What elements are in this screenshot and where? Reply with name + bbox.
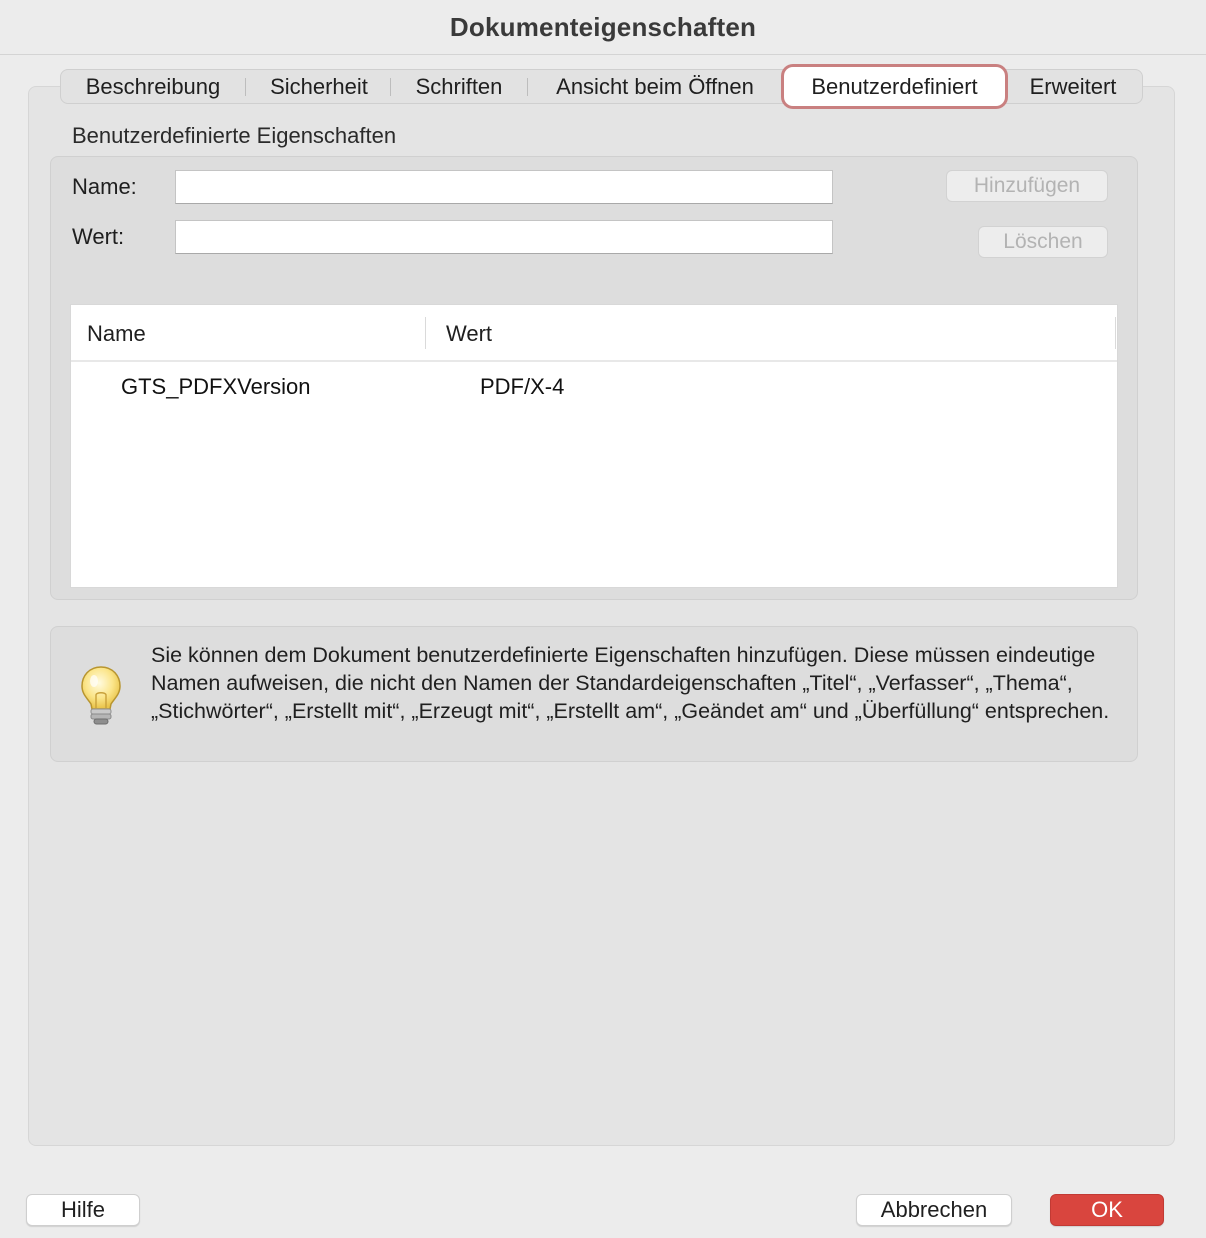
tab-schriften[interactable]: Schriften [393,69,525,104]
tab-benutzerdefiniert[interactable]: Benutzerdefiniert [784,67,1005,106]
lightbulb-icon [81,666,121,725]
column-header-value[interactable]: Wert [446,321,492,347]
name-label: Name: [72,174,137,199]
hint-text: Sie können dem Dokument benutzerdefinier… [151,643,1110,723]
row-name-cell: GTS_PDFXVersion [121,374,311,399]
tab-ansicht-beim-oeffnen[interactable]: Ansicht beim Öffnen [530,69,780,104]
title-bar: Dokumenteigenschaften [0,0,1206,55]
ok-button[interactable]: OK [1050,1194,1164,1226]
tab-separator [527,78,528,96]
tab-erweitert[interactable]: Erweitert [1008,69,1138,104]
column-header-name[interactable]: Name [87,321,146,347]
tab-sicherheit[interactable]: Sicherheit [248,69,390,104]
column-separator [1115,317,1116,349]
tab-separator [390,78,391,96]
row-value-cell: PDF/X-4 [480,374,565,399]
table-header: Name Wert [71,305,1117,362]
help-button[interactable]: Hilfe [26,1194,140,1226]
window-title: Dokumenteigenschaften [449,11,757,42]
tab-separator [245,78,246,96]
section-title: Benutzerdefinierte Eigenschaften [72,123,397,148]
add-button[interactable]: Hinzufügen [946,170,1108,202]
cancel-button[interactable]: Abbrechen [856,1194,1012,1226]
delete-button[interactable]: Löschen [978,226,1108,258]
tab-beschreibung[interactable]: Beschreibung [62,69,244,104]
name-input[interactable] [175,170,833,204]
value-input[interactable] [175,220,833,254]
properties-table: Name Wert GTS_PDFXVersion PDF/X-4 [70,304,1118,588]
value-label: Wert: [72,224,125,249]
hint-box: Sie können dem Dokument benutzerdefinier… [50,626,1138,762]
column-separator [425,317,426,349]
